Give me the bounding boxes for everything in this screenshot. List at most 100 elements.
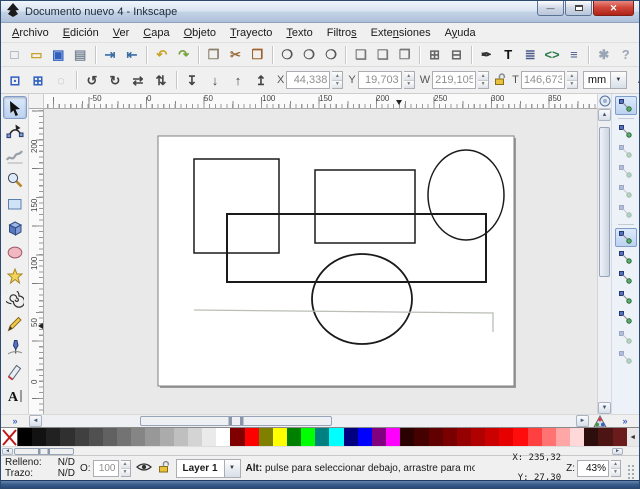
snap-nodes-icon[interactable] — [615, 228, 637, 247]
horizontal-ruler[interactable]: -50050100150200250300350 — [44, 94, 597, 109]
new-document-icon[interactable]: □ — [4, 44, 25, 65]
rotate-ccw-icon[interactable]: ↺ — [81, 70, 103, 91]
palette-swatch[interactable] — [598, 428, 612, 446]
horizontal-scrollbar[interactable]: ◄ ► — [29, 415, 589, 427]
zoom-selection-icon[interactable]: ❍ — [277, 44, 298, 65]
flip-horizontal-icon[interactable]: ⇄ — [127, 70, 149, 91]
spin-up-icon[interactable]: ▲ — [404, 72, 414, 81]
vertical-ruler[interactable]: 200150100500 — [29, 109, 44, 414]
menu-trayecto[interactable]: Trayecto — [223, 25, 279, 41]
snap-path-icon[interactable] — [615, 248, 637, 267]
undo-icon[interactable]: ↶ — [151, 44, 172, 65]
maximize-button[interactable] — [565, 1, 592, 16]
tool-ellipse[interactable] — [3, 240, 27, 263]
spin-down-icon[interactable]: ▼ — [611, 469, 620, 476]
paste-icon[interactable]: ❒ — [247, 44, 268, 65]
spin-up-icon[interactable]: ▲ — [121, 461, 130, 469]
horizontal-scroll-thumb[interactable] — [140, 416, 332, 426]
layer-lock-icon[interactable] — [157, 460, 171, 476]
menu-archivo[interactable]: Archivo — [5, 25, 56, 41]
opacity-spinner[interactable]: ▲▼ — [121, 460, 131, 477]
snap-object-center-icon[interactable] — [615, 328, 637, 347]
spin-down-icon[interactable]: ▼ — [332, 81, 342, 89]
lower-to-bottom-icon[interactable]: ↧ — [181, 70, 203, 91]
snap-bbox-center-icon[interactable] — [615, 202, 637, 221]
canvas[interactable] — [44, 109, 597, 414]
corner-icon[interactable] — [598, 94, 611, 109]
zoom-drawing-icon[interactable]: ❍ — [299, 44, 320, 65]
palette-swatch[interactable] — [457, 428, 471, 446]
palette-swatch[interactable] — [131, 428, 145, 446]
tool-pencil[interactable] — [3, 312, 27, 335]
height-spinner[interactable]: ▲▼ — [567, 71, 578, 89]
rotate-cw-icon[interactable]: ↻ — [104, 70, 126, 91]
palette-swatch[interactable] — [75, 428, 89, 446]
tool-tweak[interactable] — [3, 144, 27, 167]
palette-swatch[interactable] — [329, 428, 343, 446]
import-icon[interactable]: ⇥ — [100, 44, 121, 65]
palette-swatch[interactable] — [372, 428, 386, 446]
copy-icon[interactable]: ❐ — [203, 44, 224, 65]
palette-swatch[interactable] — [429, 428, 443, 446]
snap-bbox-edge-icon[interactable] — [615, 142, 637, 161]
menu-filtros[interactable]: Filtros — [320, 25, 364, 41]
palette-swatch[interactable] — [103, 428, 117, 446]
menu-ver[interactable]: Ver — [106, 25, 137, 41]
zoom-input[interactable] — [577, 460, 609, 477]
spin-down-icon[interactable]: ▼ — [478, 81, 488, 89]
flip-vertical-icon[interactable]: ⇅ — [150, 70, 172, 91]
width-input[interactable] — [432, 71, 476, 89]
palette-swatch[interactable] — [245, 428, 259, 446]
tool-node-editor[interactable] — [3, 120, 27, 143]
palette-swatch[interactable] — [188, 428, 202, 446]
scroll-left-icon[interactable]: ◄ — [29, 415, 42, 427]
palette-swatch[interactable] — [18, 428, 32, 446]
resize-grip[interactable] — [626, 464, 635, 480]
export-icon[interactable]: ⇤ — [121, 44, 142, 65]
palette-swatch[interactable] — [273, 428, 287, 446]
spin-up-icon[interactable]: ▲ — [567, 72, 577, 81]
spin-up-icon[interactable]: ▲ — [478, 72, 488, 81]
tool-pen[interactable] — [3, 336, 27, 359]
snap-bbox-edge-midpoint-icon[interactable] — [615, 182, 637, 201]
height-input[interactable] — [521, 71, 565, 89]
layers-dialog-icon[interactable]: ≣ — [520, 44, 541, 65]
snap-bbox-icon[interactable] — [615, 122, 637, 141]
fill-stroke-dialog-icon[interactable]: ✒ — [476, 44, 497, 65]
spin-down-icon[interactable]: ▼ — [121, 469, 130, 476]
zoom-spinner[interactable]: ▲▼ — [611, 460, 621, 477]
palette-swatch[interactable] — [386, 428, 400, 446]
vertical-scroll-thumb[interactable] — [599, 127, 610, 277]
title-bar[interactable]: Documento nuevo 4 - Inkscape — ✕ — [1, 1, 639, 23]
menu-capa[interactable]: Capa — [136, 25, 176, 41]
group-icon[interactable]: ⊞ — [424, 44, 445, 65]
tool-selector[interactable] — [3, 96, 27, 119]
palette-swatch[interactable] — [60, 428, 74, 446]
snap-master-icon[interactable] — [615, 96, 637, 115]
duplicate-icon[interactable]: ❏ — [350, 44, 371, 65]
menu-ayuda[interactable]: Ayuda — [438, 25, 483, 41]
select-all-layers-icon[interactable]: ⊞ — [27, 70, 49, 91]
tool-calligraphy[interactable] — [3, 360, 27, 383]
xml-editor-icon[interactable]: <> — [542, 44, 563, 65]
palette-swatch[interactable] — [570, 428, 584, 446]
lock-ratio-icon[interactable] — [493, 72, 507, 89]
input-devices-icon[interactable]: ? — [615, 44, 636, 65]
snapbar-overflow-icon[interactable]: » — [611, 415, 639, 427]
menu-extensiones[interactable]: Extensiones — [364, 25, 438, 41]
minimize-button[interactable]: — — [537, 1, 564, 16]
unit-select[interactable]: mm ▼ — [583, 71, 627, 89]
none-color-swatch[interactable] — [1, 428, 18, 446]
lower-icon[interactable]: ↓ — [204, 70, 226, 91]
snap-cusp-node-icon[interactable] — [615, 288, 637, 307]
spin-up-icon[interactable]: ▲ — [611, 461, 620, 469]
raise-icon[interactable]: ↑ — [227, 70, 249, 91]
menu-objeto[interactable]: Objeto — [177, 25, 223, 41]
palette-swatch[interactable] — [443, 428, 457, 446]
scroll-down-icon[interactable]: ▼ — [598, 402, 611, 414]
preferences-icon[interactable]: ✱ — [593, 44, 614, 65]
layer-visibility-eye-icon[interactable] — [136, 461, 152, 476]
palette-swatch[interactable] — [32, 428, 46, 446]
select-all-icon[interactable]: ⊡ — [4, 70, 26, 91]
layer-selector[interactable]: Layer 1 ▼ — [176, 459, 241, 478]
